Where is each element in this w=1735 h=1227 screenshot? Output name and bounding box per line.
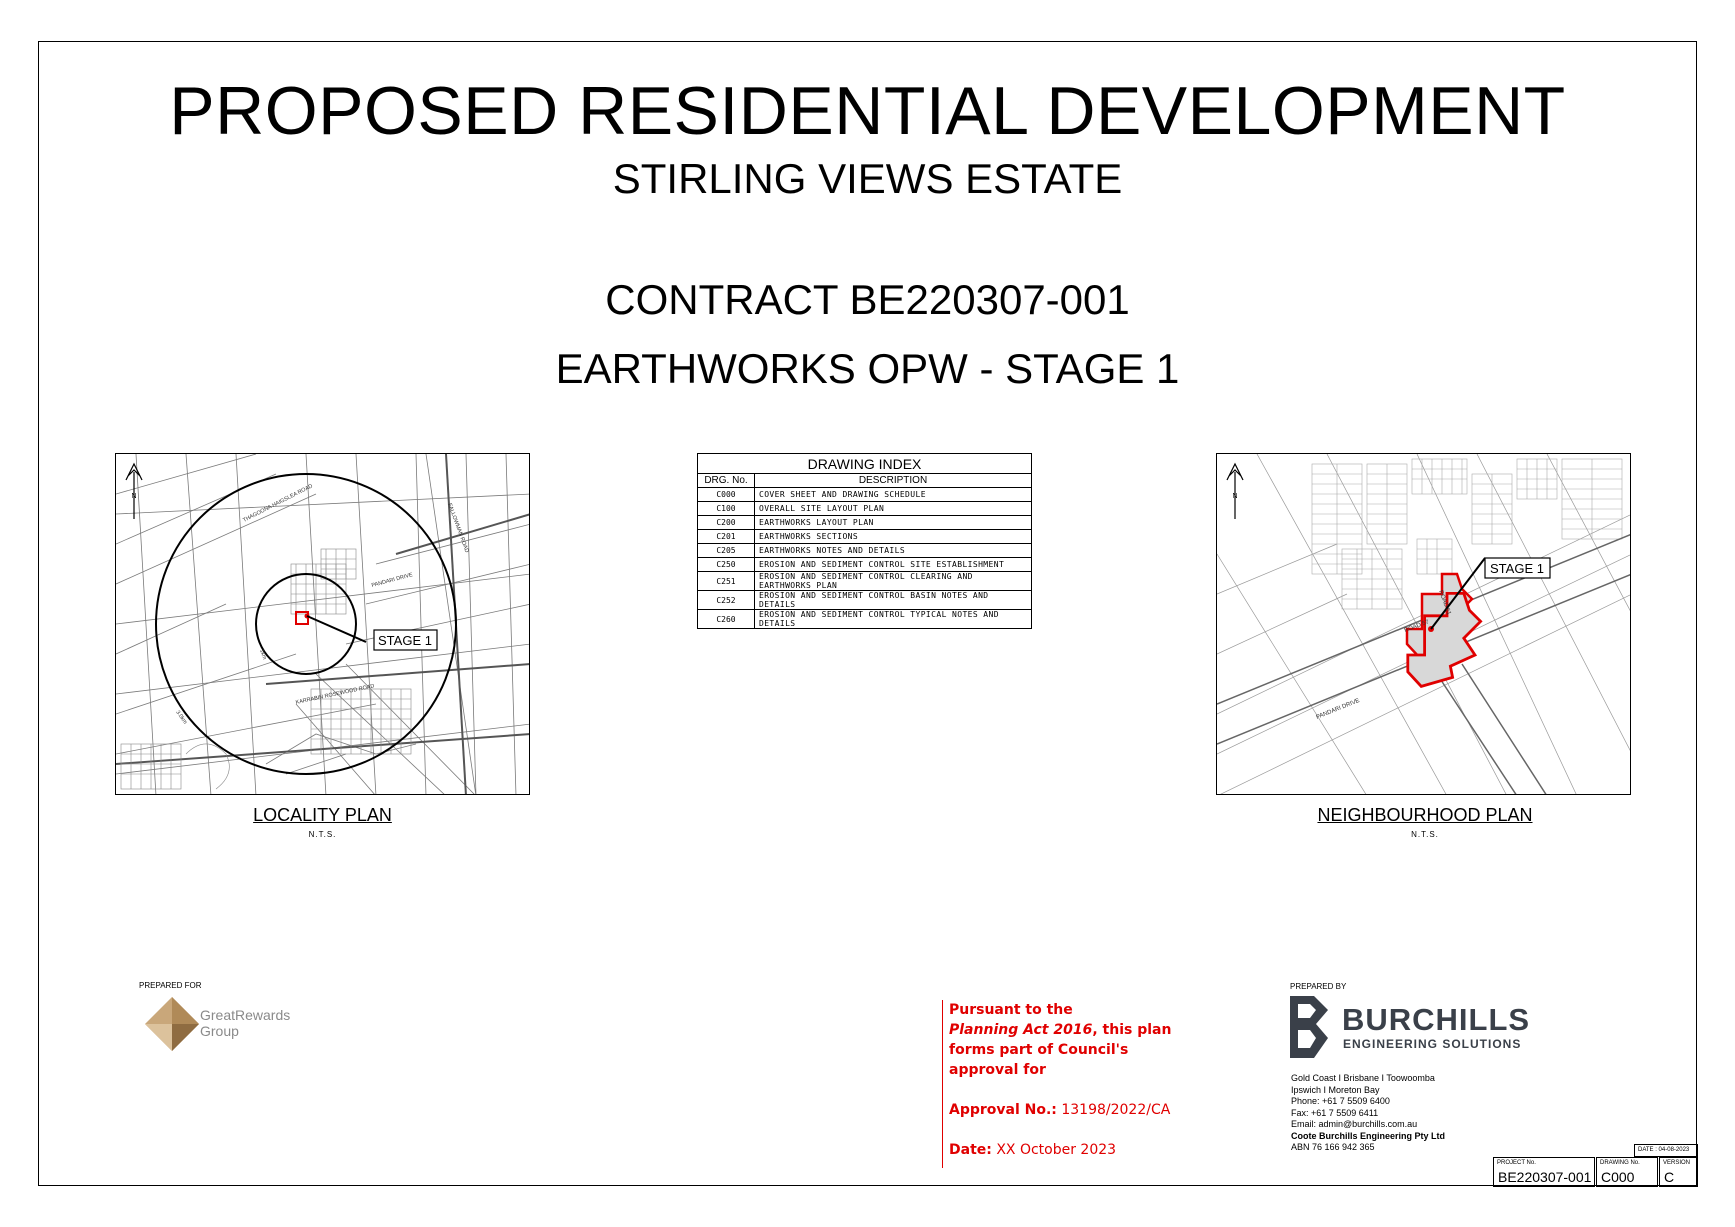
version-label: VERSION (1663, 1160, 1691, 1166)
locality-map-drawing: N THAGOONA HAIGSLEA ROAD FALLOWMAN ROAD … (116, 454, 529, 794)
drawing-description: EROSION AND SEDIMENT CONTROL SITE ESTABL… (754, 557, 1032, 572)
project-number-cell: PROJECT No. BE220307-001 (1493, 1157, 1595, 1187)
burchills-contact: Gold Coast I Brisbane I Toowoomba Ipswic… (1291, 1073, 1445, 1154)
table-row: C200 EARTHWORKS LAYOUT PLAN (697, 515, 1032, 530)
approval-number-label: Approval No.: (949, 1102, 1057, 1118)
drawing-description: EARTHWORKS NOTES AND DETAILS (754, 543, 1032, 558)
locality-plan-map: N THAGOONA HAIGSLEA ROAD FALLOWMAN ROAD … (115, 453, 530, 795)
drawing-number: C251 (697, 571, 755, 591)
table-row: C201 EARTHWORKS SECTIONS (697, 529, 1032, 544)
drawing-number: C260 (697, 609, 755, 629)
drawing-number-label: DRAWING No. (1600, 1160, 1640, 1166)
drawing-description: COVER SHEET AND DRAWING SCHEDULE (754, 487, 1032, 502)
road-label-pandari: PANDARI DRIVE (371, 572, 414, 589)
drawing-date: DATE : 04-08-2023 (1638, 1147, 1690, 1153)
drawing-number-value: C000 (1601, 1169, 1635, 1185)
council-approval-stamp: Pursuant to the Planning Act 2016, this … (942, 1000, 1202, 1168)
north-arrow-label: N (1232, 493, 1237, 500)
stage-title: EARTHWORKS OPW - STAGE 1 (555, 345, 1180, 392)
drawing-number: C201 (697, 529, 755, 544)
offices-line1: Gold Coast I Brisbane I Toowoomba (1291, 1073, 1435, 1083)
neighbourhood-plan-label: NEIGHBOURHOOD PLAN (1317, 805, 1533, 825)
version-cell: VERSION C (1659, 1157, 1698, 1187)
neighbourhood-map-drawing: N PANDARI DRIVE ROAD 57 ROAD 61 STAGE 1 (1217, 454, 1630, 794)
drawing-number: C205 (697, 543, 755, 558)
drawing-description: EROSION AND SEDIMENT CONTROL TYPICAL NOT… (754, 609, 1032, 629)
greatrewards-group: Group (200, 1023, 239, 1039)
email: Email: admin@burchills.com.au (1291, 1119, 1418, 1129)
drawing-number-cell: DRAWING No. C000 (1596, 1157, 1658, 1187)
offices-line2: Ipswich I Moreton Bay (1291, 1084, 1380, 1095)
prepared-for-label: PREPARED FOR (139, 981, 202, 990)
drawing-description: EROSION AND SEDIMENT CONTROL BASIN NOTES… (754, 590, 1032, 610)
project-number-label: PROJECT No. (1497, 1160, 1536, 1166)
date-cell: DATE : 04-08-2023 (1634, 1144, 1698, 1157)
approval-act: Planning Act 2016 (949, 1022, 1093, 1038)
table-row: C251 EROSION AND SEDIMENT CONTROL CLEARIN… (697, 571, 1032, 591)
greatrewards-logo: GreatRewards Group (145, 997, 305, 1052)
table-row: C260 EROSION AND SEDIMENT CONTROL TYPICAL… (697, 609, 1032, 629)
fax: Fax: +61 7 5509 6411 (1291, 1107, 1379, 1118)
ring-label-outer: 3.0km (174, 710, 188, 726)
drawing-description: EARTHWORKS SECTIONS (754, 529, 1032, 544)
approval-line2-rest: , this plan (1092, 1022, 1172, 1038)
entity-name: Coote Burchills Engineering Pty Ltd (1291, 1130, 1446, 1141)
stage-callout: STAGE 1 (1490, 561, 1544, 576)
version-value: C (1664, 1169, 1675, 1185)
drawing-number: C250 (697, 557, 755, 572)
greatrewards-diamond-icon (145, 997, 199, 1051)
drawing-index-table: DRAWING INDEX DRG. No. DESCRIPTION C000 C… (697, 453, 1032, 629)
drawing-number: C100 (697, 501, 755, 516)
page-title: PROPOSED RESIDENTIAL DEVELOPMENT (169, 73, 1566, 149)
burchills-logo: BURCHILLS ENGINEERING SOLUTIONS (1290, 996, 1550, 1058)
north-arrow-label: N (131, 493, 136, 500)
drawing-description: OVERALL SITE LAYOUT PLAN (754, 501, 1032, 516)
approval-date-value: XX October 2023 (996, 1142, 1117, 1158)
approval-line1: Pursuant to the (949, 1002, 1073, 1018)
locality-plan-scale: N.T.S. (308, 830, 337, 839)
ring-label-inner: 1km (258, 649, 267, 661)
project-number-value: BE220307-001 (1498, 1169, 1592, 1185)
prepared-by-label: PREPARED BY (1290, 982, 1347, 991)
estate-name: STIRLING VIEWS ESTATE (612, 155, 1123, 202)
abn: ABN 76 166 942 365 (1291, 1142, 1375, 1152)
neighbourhood-plan-scale: N.T.S. (1411, 830, 1439, 839)
greatrewards-name: GreatRewards (200, 1007, 291, 1023)
drawing-number: C200 (697, 515, 755, 530)
drawing-number: C252 (697, 590, 755, 610)
road-label-karrabin: KARRABIN ROSEWOOD ROAD (295, 683, 375, 706)
approval-line4: approval for (949, 1062, 1046, 1078)
table-row: C252 EROSION AND SEDIMENT CONTROL BASIN N… (697, 590, 1032, 610)
drawing-index-title: DRAWING INDEX (697, 453, 1032, 474)
table-row: C250 EROSION AND SEDIMENT CONTROL SITE ES… (697, 557, 1032, 572)
stage-callout: STAGE 1 (378, 633, 432, 648)
neighbourhood-plan-map: N PANDARI DRIVE ROAD 57 ROAD 61 STAGE 1 (1216, 453, 1631, 795)
drawing-number: C000 (697, 487, 755, 502)
table-row: C205 EARTHWORKS NOTES AND DETAILS (697, 543, 1032, 558)
table-row: C100 OVERALL SITE LAYOUT PLAN (697, 501, 1032, 516)
drawing-description: EARTHWORKS LAYOUT PLAN (754, 515, 1032, 530)
approval-number-value: 13198/2022/CA (1061, 1102, 1171, 1118)
phone: Phone: +61 7 5509 6400 (1291, 1096, 1390, 1106)
approval-date-label: Date: (949, 1142, 992, 1158)
drawing-description: EROSION AND SEDIMENT CONTROL CLEARING AN… (754, 571, 1032, 591)
burchills-b-icon (1290, 996, 1328, 1058)
locality-plan-label: LOCALITY PLAN (253, 805, 392, 825)
column-header-number: DRG. No. (697, 473, 755, 488)
column-header-description: DESCRIPTION (754, 473, 1032, 488)
burchills-name: BURCHILLS (1342, 1002, 1531, 1037)
burchills-tagline: ENGINEERING SOLUTIONS (1343, 1037, 1522, 1051)
contract-number: CONTRACT BE220307-001 (605, 276, 1130, 323)
road-label-thagoona: THAGOONA HAIGSLEA ROAD (242, 483, 314, 523)
table-row: C000 COVER SHEET AND DRAWING SCHEDULE (697, 487, 1032, 502)
approval-line3: forms part of Council's (949, 1042, 1129, 1058)
